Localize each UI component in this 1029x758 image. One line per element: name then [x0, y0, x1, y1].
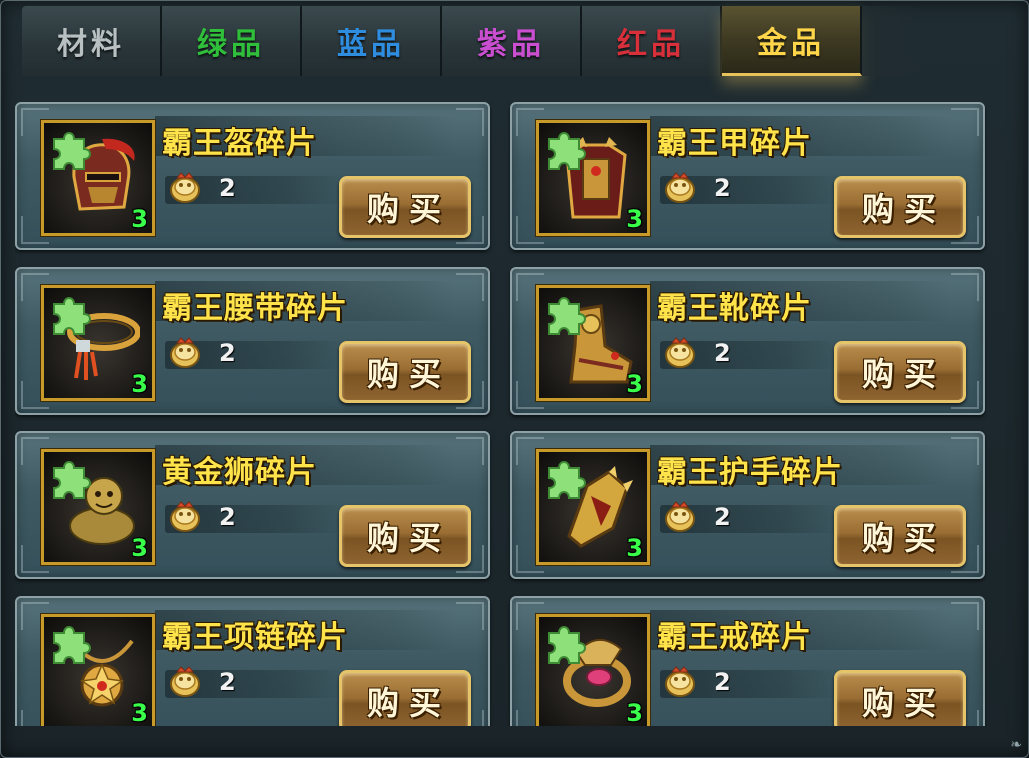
puzzle-piece-icon [53, 461, 91, 499]
buy-button[interactable]: 购买 [339, 176, 471, 238]
item-price: 2 [714, 174, 731, 202]
shop-item-card: 3 黄金狮碎片 2 购买 [15, 431, 490, 579]
coin-icon [665, 501, 695, 532]
tab-label: 红品 [617, 27, 685, 62]
buy-button[interactable]: 购买 [339, 505, 471, 567]
item-count: 3 [626, 205, 643, 233]
coin-icon [665, 666, 695, 697]
item-icon-frame[interactable]: 3 [535, 284, 651, 402]
tab-blue[interactable]: 蓝品 [302, 6, 442, 76]
tab-bar-fade [862, 6, 922, 76]
shop-item-card: 3 霸王甲碎片 2 购买 [510, 102, 985, 250]
puzzle-piece-icon [548, 132, 586, 170]
item-price: 2 [714, 668, 731, 696]
buy-button[interactable]: 购买 [339, 341, 471, 403]
item-price: 2 [714, 503, 731, 531]
item-icon-frame[interactable]: 3 [535, 613, 651, 726]
item-icon-frame[interactable]: 3 [40, 613, 156, 726]
coin-icon [170, 501, 200, 532]
coin-icon [665, 337, 695, 368]
item-price: 2 [219, 503, 236, 531]
tab-label: 金品 [757, 25, 825, 61]
puzzle-piece-icon [53, 132, 91, 170]
shop-item-card: 3 霸王靴碎片 2 购买 [510, 267, 985, 415]
buy-button[interactable]: 购买 [834, 505, 966, 567]
item-name: 霸王戒碎片 [657, 620, 812, 655]
item-count: 3 [626, 370, 643, 398]
item-count: 3 [131, 534, 148, 562]
corner-ornament-icon: ❧ [1010, 737, 1022, 753]
tab-materials[interactable]: 材料 [22, 6, 162, 76]
tab-label: 蓝品 [337, 27, 405, 62]
tab-green[interactable]: 绿品 [162, 6, 302, 76]
item-name: 霸王护手碎片 [657, 455, 843, 490]
tab-label: 材料 [57, 27, 125, 62]
puzzle-piece-icon [548, 626, 586, 664]
item-count: 3 [626, 534, 643, 562]
coin-icon [170, 172, 200, 203]
buy-button[interactable]: 购买 [339, 670, 471, 726]
tab-purple[interactable]: 紫品 [442, 6, 582, 76]
shop-item-card: 3 霸王护手碎片 2 购买 [510, 431, 985, 579]
shop-item-card: 3 霸王盔碎片 2 购买 [15, 102, 490, 250]
item-count: 3 [131, 699, 148, 726]
puzzle-piece-icon [53, 297, 91, 335]
item-price: 2 [219, 174, 236, 202]
item-name: 霸王项链碎片 [162, 620, 348, 655]
buy-button[interactable]: 购买 [834, 670, 966, 726]
item-name: 霸王甲碎片 [657, 126, 812, 161]
buy-button[interactable]: 购买 [834, 176, 966, 238]
tab-gold[interactable]: 金品 [722, 6, 862, 76]
puzzle-piece-icon [53, 626, 91, 664]
item-name: 黄金狮碎片 [162, 455, 317, 490]
item-name: 霸王盔碎片 [162, 126, 317, 161]
item-icon-frame[interactable]: 3 [535, 119, 651, 237]
item-price: 2 [219, 668, 236, 696]
item-icon-frame[interactable]: 3 [40, 448, 156, 566]
puzzle-piece-icon [548, 297, 586, 335]
item-count: 3 [626, 699, 643, 726]
shop-item-card: 3 霸王戒碎片 2 购买 [510, 596, 985, 726]
item-name: 霸王靴碎片 [657, 291, 812, 326]
tab-bar: 材料 绿品 蓝品 紫品 红品 金品 [22, 6, 902, 78]
item-count: 3 [131, 205, 148, 233]
buy-button[interactable]: 购买 [834, 341, 966, 403]
item-icon-frame[interactable]: 3 [40, 284, 156, 402]
puzzle-piece-icon [548, 461, 586, 499]
tab-label: 紫品 [477, 27, 545, 62]
item-grid: 3 霸王盔碎片 2 购买 3 霸王甲碎片 2 购买 3 霸王腰带碎片 2 购买 … [15, 102, 987, 726]
shop-item-card: 3 霸王项链碎片 2 购买 [15, 596, 490, 726]
tab-red[interactable]: 红品 [582, 6, 722, 76]
item-icon-frame[interactable]: 3 [535, 448, 651, 566]
item-name: 霸王腰带碎片 [162, 291, 348, 326]
item-price: 2 [219, 339, 236, 367]
shop-item-card: 3 霸王腰带碎片 2 购买 [15, 267, 490, 415]
item-count: 3 [131, 370, 148, 398]
item-icon-frame[interactable]: 3 [40, 119, 156, 237]
item-price: 2 [714, 339, 731, 367]
coin-icon [170, 337, 200, 368]
coin-icon [170, 666, 200, 697]
tab-label: 绿品 [197, 27, 265, 62]
coin-icon [665, 172, 695, 203]
